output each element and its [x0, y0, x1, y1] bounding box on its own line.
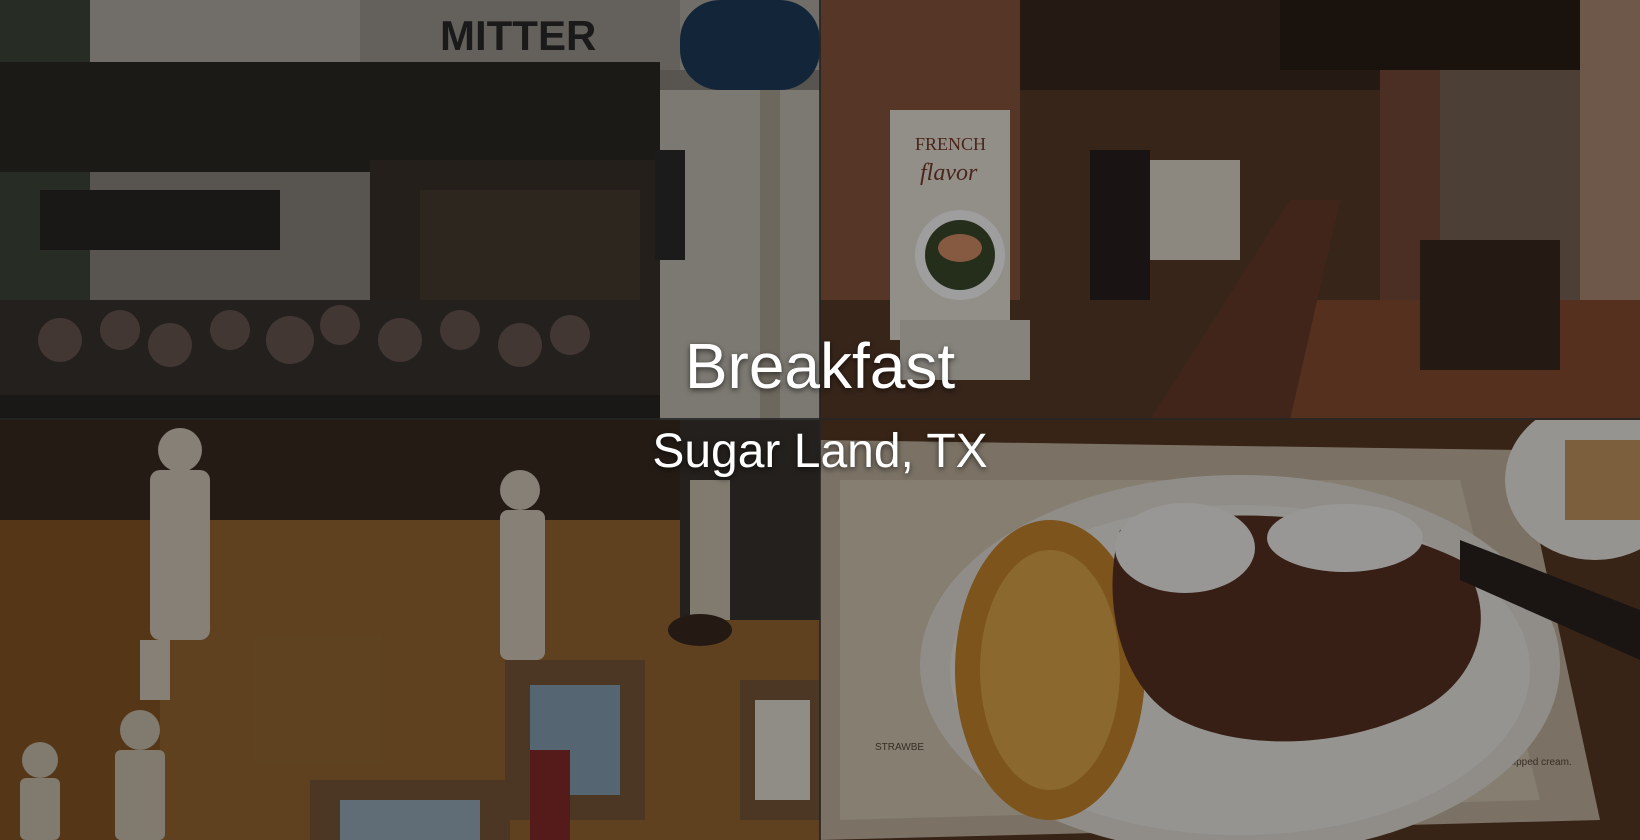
placemat-text: STRAWBE — [875, 742, 924, 753]
poster-title: FRENCH — [915, 134, 986, 154]
poster-subtitle: flavor — [920, 160, 978, 186]
interior-image: FRENCH flavor — [820, 0, 1640, 420]
storefront-image: MITTER — [0, 0, 820, 420]
plate-image: STRAWBE th whipped cream. — [820, 420, 1640, 840]
collage-divider-vertical — [819, 0, 821, 840]
storefront-sign: MITTER — [440, 12, 596, 59]
photo-interior: FRENCH flavor — [820, 0, 1640, 420]
photo-storefront: MITTER — [0, 0, 820, 420]
photo-plate: STRAWBE th whipped cream. — [820, 420, 1640, 840]
photo-decor — [0, 420, 820, 840]
decor-image — [0, 420, 820, 840]
collage-divider-horizontal — [0, 418, 1640, 420]
